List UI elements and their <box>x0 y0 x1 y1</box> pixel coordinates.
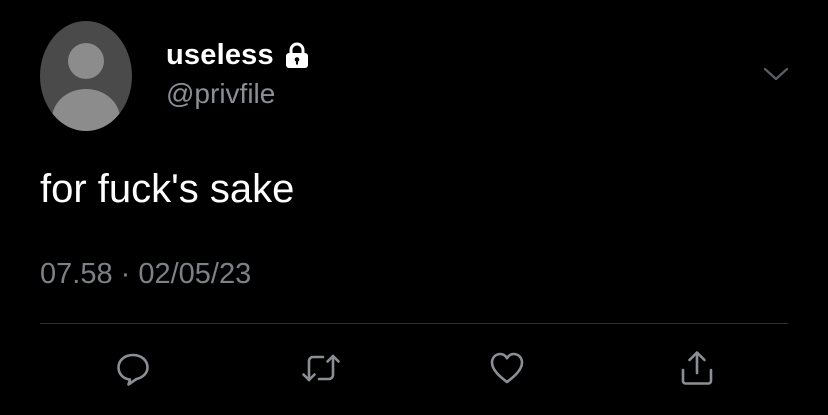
lock-icon <box>282 40 312 70</box>
reply-button[interactable] <box>112 347 154 389</box>
tweet-card: useless @privfile for fuck's sake 07.58 … <box>0 0 828 415</box>
user-name-row: useless <box>166 38 312 72</box>
share-button[interactable] <box>676 347 718 389</box>
divider <box>40 323 788 324</box>
avatar[interactable] <box>40 21 132 131</box>
default-avatar-icon <box>52 43 120 131</box>
display-name[interactable]: useless <box>166 39 274 72</box>
user-handle[interactable]: @privfile <box>166 78 275 110</box>
tweet-timestamp[interactable]: 07.58 · 02/05/23 <box>40 258 251 291</box>
like-button[interactable] <box>486 347 528 389</box>
tweet-text: for fuck's sake <box>40 167 295 211</box>
retweet-icon <box>302 354 340 382</box>
heart-icon <box>490 352 524 384</box>
chevron-down-icon[interactable] <box>760 62 792 86</box>
speech-bubble-icon <box>117 353 149 386</box>
retweet-button[interactable] <box>300 347 342 389</box>
share-icon <box>681 351 713 385</box>
